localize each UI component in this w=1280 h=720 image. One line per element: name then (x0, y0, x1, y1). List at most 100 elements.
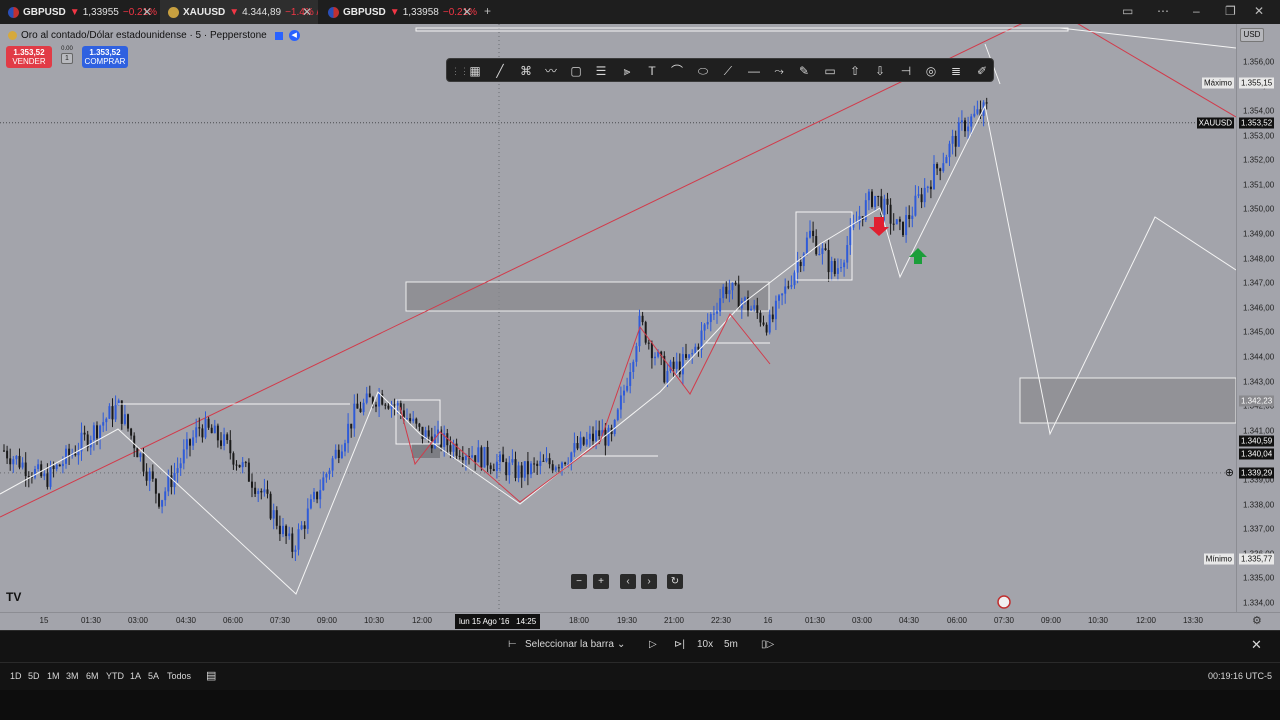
range-box-2 (395, 399, 441, 445)
gbp-flag-icon (8, 6, 19, 18)
time-axis[interactable]: 15 01:30 03:00 04:30 06:00 07:30 09:00 10:30 12:… (0, 612, 1280, 630)
jump-to-realtime-icon[interactable]: ▯▷ (761, 639, 774, 650)
arrow-down-icon[interactable]: ⇩ (872, 63, 888, 79)
candle-body (613, 419, 616, 435)
tab-gbpusd-1[interactable]: GBPUSD ▼ 1,33955 −0.21% / ... ✕ (0, 0, 158, 24)
ray-icon[interactable]: ⟋ (720, 63, 736, 79)
candle-body (130, 428, 133, 436)
candle-body (226, 434, 229, 441)
sell-button[interactable]: 1.353,52 VENDER (6, 46, 52, 68)
arrow-up-icon[interactable]: ⇧ (847, 63, 863, 79)
range-6m[interactable]: 6M (86, 671, 99, 681)
curve-icon[interactable]: ⌒ (669, 63, 685, 79)
range-todos[interactable]: Todos (167, 671, 191, 681)
text-icon[interactable]: T (644, 63, 660, 79)
candle-body (216, 425, 219, 441)
zoom-out-button[interactable]: − (571, 574, 587, 589)
candle-body (582, 437, 585, 445)
candle-body (564, 462, 567, 465)
candle-body (158, 493, 160, 507)
range-ytd[interactable]: YTD (106, 671, 124, 681)
calendar-icon[interactable]: ▤ (206, 669, 216, 682)
candle-body (846, 245, 849, 263)
chart-pane[interactable]: Máximo XAUUSD Mínimo ⊕ (0, 24, 1236, 612)
close-window-icon[interactable]: ✕ (1254, 4, 1264, 18)
channel-icon[interactable]: ☰ (593, 63, 609, 79)
candle-body (793, 272, 796, 286)
buy-label: COMPRAR (84, 57, 126, 66)
layout-icon[interactable]: ▭ (1122, 4, 1133, 18)
candle-body (929, 186, 932, 190)
tab-xauusd[interactable]: XAUUSD ▼ 4.344,89 −1.4% / ... ✕ (160, 0, 318, 24)
pitchfork-icon[interactable]: ⫸ (619, 63, 635, 79)
new-tab-icon[interactable]: + (484, 4, 491, 18)
buy-button[interactable]: 1.353,52 COMPRAR (82, 46, 128, 68)
trendline-2 (1077, 24, 1236, 118)
zoom-in-button[interactable]: + (593, 574, 609, 589)
chevron-down-icon[interactable]: ⌄ (617, 639, 625, 650)
range-3m[interactable]: 3M (66, 671, 79, 681)
brush-icon[interactable]: ✎ (796, 63, 812, 79)
price-axis[interactable]: USD1.356,001.355,001.354,001.353,001.352… (1236, 24, 1280, 612)
ruler-icon[interactable]: ⊣ (898, 63, 914, 79)
fib-icon[interactable]: ⌘ (518, 63, 534, 79)
symbol-legend[interactable]: Oro al contado/Dólar estadounidense · 5 … (8, 30, 300, 41)
range-5d[interactable]: 5D (28, 671, 40, 681)
candle-body (61, 463, 64, 467)
ellipse-icon[interactable]: ⬭ (695, 63, 711, 79)
clock[interactable]: 00:19:16 UTC-5 (1208, 671, 1272, 681)
tab-gbpusd-2[interactable]: GBPUSD ▼ 1,33958 −0.21% / ... ✕ (320, 0, 478, 24)
speed-button[interactable]: 10x (697, 639, 713, 650)
candle-body (477, 447, 480, 463)
path-icon[interactable]: ⤳ (771, 63, 787, 79)
scroll-right-button[interactable]: › (641, 574, 657, 589)
candle-body (161, 500, 164, 507)
drag-handle-icon[interactable]: ⋮⋮ (451, 63, 469, 79)
range-5a[interactable]: 5A (148, 671, 159, 681)
interval-button[interactable]: 5m (724, 639, 738, 650)
candle-body (102, 422, 105, 426)
more-icon[interactable]: ⋯ (1157, 4, 1169, 18)
reset-chart-button[interactable]: ↻ (667, 574, 683, 589)
select-bar-icon[interactable]: ⊢ (508, 639, 517, 650)
range-1a[interactable]: 1A (130, 671, 141, 681)
scroll-left-button[interactable]: ‹ (620, 574, 636, 589)
candle-body (951, 135, 954, 144)
callout-icon[interactable]: ▭ (822, 63, 838, 79)
candle-body (908, 215, 911, 220)
step-forward-icon[interactable]: ⊳| (674, 639, 685, 650)
candle-body (616, 409, 619, 420)
range-1m[interactable]: 1M (47, 671, 60, 681)
candle-body (34, 468, 36, 478)
candle-body (508, 462, 511, 476)
quantity-input[interactable]: 1 (61, 53, 73, 64)
minimize-icon[interactable]: – (1193, 4, 1200, 18)
supply-zone (405, 281, 770, 312)
candle-body (840, 267, 842, 269)
maximize-icon[interactable]: ❐ (1225, 4, 1236, 18)
currency-button[interactable]: USD (1240, 28, 1264, 42)
rect-icon[interactable]: ▢ (568, 63, 584, 79)
close-replay-icon[interactable]: ✕ (1251, 637, 1262, 653)
crosshair-add-icon[interactable]: ⊕ (1225, 466, 1234, 479)
candle-body (871, 191, 873, 207)
play-icon[interactable]: ▷ (649, 639, 657, 650)
pen-icon[interactable]: ✐ (974, 63, 990, 79)
hline-icon[interactable]: — (746, 63, 762, 79)
candle-body (604, 430, 607, 446)
grid-icon[interactable]: ▦ (467, 63, 483, 79)
trendline-icon[interactable]: ╱ (492, 63, 508, 79)
close-icon[interactable]: ✕ (462, 5, 472, 19)
pattern-icon[interactable]: 〰 (543, 63, 559, 79)
select-bar-button[interactable]: Seleccionar la barra (525, 639, 614, 650)
range-1d[interactable]: 1D (10, 671, 22, 681)
circle-icon[interactable]: ◎ (923, 63, 939, 79)
settings-icon[interactable]: ⚙ (1252, 614, 1262, 627)
bars-icon[interactable]: ≣ (948, 63, 964, 79)
replay-icon[interactable]: ◀ (288, 30, 300, 41)
candle-body (523, 461, 526, 478)
close-icon[interactable]: ✕ (302, 5, 312, 19)
spread-value: 0.00 (61, 46, 73, 52)
close-icon[interactable]: ✕ (142, 5, 152, 19)
candle-body (619, 395, 622, 410)
